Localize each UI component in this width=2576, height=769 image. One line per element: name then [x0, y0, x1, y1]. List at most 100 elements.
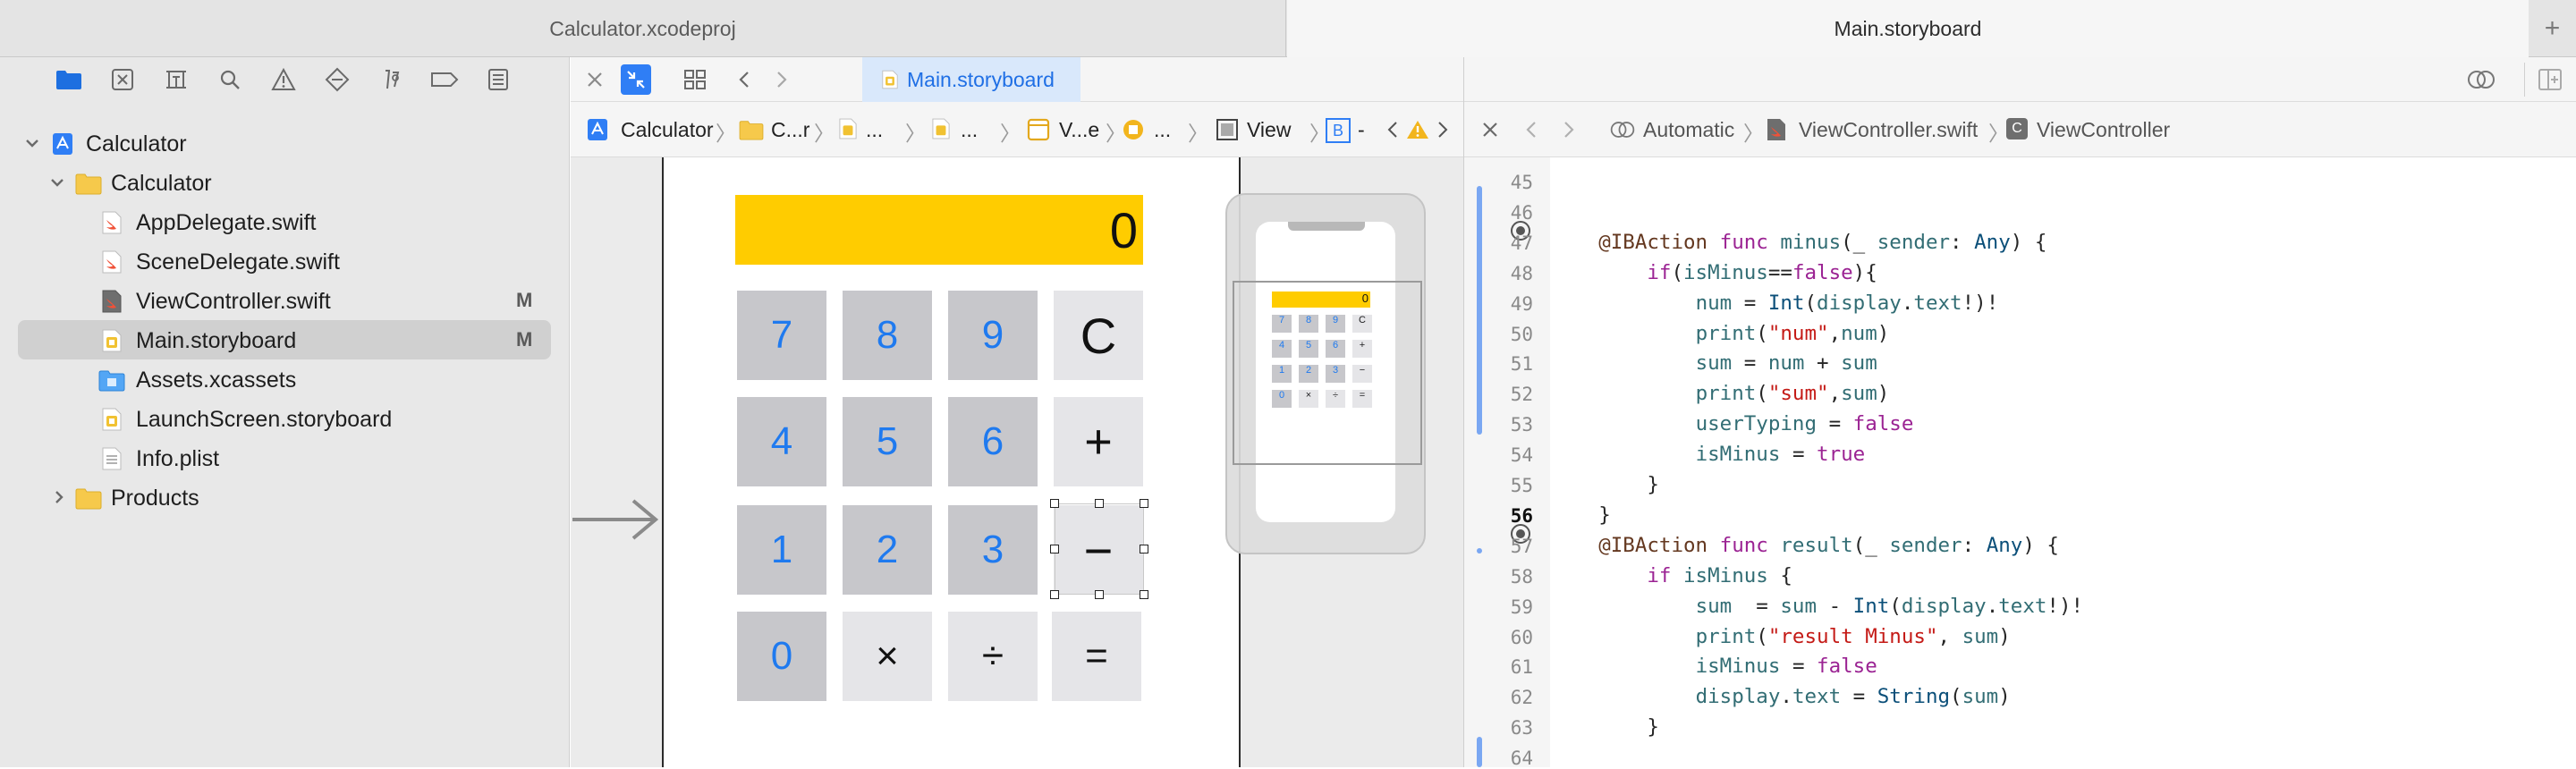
shrink-arrows-icon	[627, 71, 645, 89]
chevron-left-icon[interactable]	[735, 70, 753, 89]
storyboard-icon	[882, 70, 898, 89]
chevron-right-icon[interactable]	[1561, 120, 1577, 139]
jump-item-controller[interactable]: ...	[1154, 118, 1171, 142]
modified-badge: M	[516, 328, 533, 351]
chevron-down-icon[interactable]	[48, 173, 66, 191]
symbol-navigator-icon[interactable]	[161, 65, 191, 94]
resize-handle[interactable]	[1050, 545, 1059, 554]
tree-item-infoplist[interactable]: Info.plist	[0, 438, 570, 477]
line-number: 45	[1510, 172, 1533, 193]
line-number: 48	[1510, 262, 1533, 284]
code-line: display.text = String(sum)	[1695, 685, 2011, 709]
project-icon	[588, 119, 607, 140]
tree-item-label: Assets.xcassets	[136, 368, 297, 393]
resize-handle[interactable]	[1140, 499, 1148, 508]
jump-item-automatic[interactable]: Automatic	[1643, 118, 1734, 142]
tree-item-assets[interactable]: Assets.xcassets	[0, 359, 570, 399]
close-icon[interactable]	[1480, 120, 1500, 139]
jump-item-symbol[interactable]: ViewController	[2037, 118, 2170, 142]
jump-item-calculator[interactable]: Calculator	[621, 118, 714, 142]
tree-item-scenedelegate[interactable]: SceneDelegate.swift	[0, 241, 570, 281]
calc-button-9[interactable]: 9	[948, 291, 1038, 380]
code-text-area[interactable]: @IBAction func minus(_ sender: Any) { if…	[1550, 157, 2576, 767]
code-line: @IBAction func minus(_ sender: Any) {	[1598, 230, 2047, 254]
calc-button-0[interactable]: 0	[737, 612, 826, 701]
tree-item-appdelegate[interactable]: AppDelegate.swift	[0, 202, 570, 241]
calc-button-plus[interactable]: +	[1054, 397, 1143, 486]
tab-label: Calculator.xcodeproj	[549, 16, 736, 40]
tree-item-main-storyboard[interactable]: Main.storyboard M	[18, 320, 551, 359]
calc-button-clear[interactable]: C	[1054, 291, 1143, 380]
chevron-right-icon[interactable]	[1435, 120, 1451, 139]
jump-item-file[interactable]: ViewController.swift	[1799, 118, 1978, 142]
line-number: 58	[1510, 565, 1533, 587]
grid-icon[interactable]	[683, 68, 707, 91]
jump-item-base[interactable]: ...	[961, 118, 978, 142]
asset-catalog-icon	[98, 370, 125, 392]
add-editor-pane-icon[interactable]	[2538, 68, 2563, 91]
line-number: 51	[1510, 353, 1533, 376]
jump-item-button[interactable]: -	[1358, 118, 1365, 142]
jump-item-view[interactable]: View	[1247, 118, 1291, 142]
tree-item-group-calculator[interactable]: Calculator	[0, 163, 570, 202]
jump-item-file[interactable]: ...	[866, 118, 883, 142]
tree-item-project[interactable]: Calculator	[0, 123, 570, 163]
calc-button-multiply[interactable]: ×	[843, 612, 932, 701]
jump-item-group[interactable]: C...r	[771, 118, 809, 142]
resize-handle[interactable]	[1095, 590, 1104, 599]
swift-file-icon	[102, 250, 122, 274]
source-control-icon[interactable]	[107, 65, 138, 94]
calc-button-8[interactable]: 8	[843, 291, 932, 380]
calc-button-divide[interactable]: ÷	[948, 612, 1038, 701]
tree-item-label: AppDelegate.swift	[136, 210, 317, 235]
chevron-right-icon[interactable]	[773, 70, 791, 89]
breakpoint-navigator-icon[interactable]	[429, 65, 460, 94]
code-line: print("sum",sum)	[1695, 382, 1890, 406]
calc-button-2[interactable]: 2	[843, 505, 932, 595]
tab-main-storyboard-editor[interactable]: Main.storyboard	[862, 57, 1080, 102]
chevron-left-icon[interactable]	[1523, 120, 1539, 139]
calc-button-1[interactable]: 1	[737, 505, 826, 595]
chevron-left-icon[interactable]	[1385, 120, 1401, 139]
swift-file-icon	[1767, 119, 1785, 140]
resize-handle[interactable]	[1140, 545, 1148, 554]
calc-button-7[interactable]: 7	[737, 291, 826, 380]
line-number: 55	[1510, 475, 1533, 496]
report-navigator-icon[interactable]	[483, 65, 513, 94]
tab-main-storyboard[interactable]: Main.storyboard	[1287, 0, 2529, 57]
code-line: sum = num + sum	[1695, 351, 1877, 376]
calc-button-5[interactable]: 5	[843, 397, 932, 486]
warning-icon[interactable]	[1406, 119, 1429, 140]
test-navigator-icon[interactable]	[322, 65, 352, 94]
folder-icon[interactable]	[54, 65, 84, 94]
device-minimap[interactable]: 0 7 8 9 C 4 5 6 + 1 2 3 − 0 × ÷ =	[1225, 193, 1426, 554]
folder-icon	[739, 121, 764, 140]
resize-handle[interactable]	[1140, 590, 1148, 599]
view-controller-scene[interactable]: 0 7 8 9 C 4 5 6 + 1 2 3 − 0 × ÷ =	[662, 157, 1241, 767]
debug-navigator-icon[interactable]	[376, 65, 406, 94]
calculator-display[interactable]: 0	[735, 195, 1143, 265]
chevron-down-icon[interactable]	[23, 134, 41, 152]
add-tab-button[interactable]: +	[2529, 0, 2576, 57]
jump-item-scene[interactable]: V...e	[1059, 118, 1099, 142]
tab-calculator-xcodeproj[interactable]: Calculator.xcodeproj	[0, 0, 1286, 57]
warning-icon[interactable]	[268, 65, 299, 94]
calc-button-4[interactable]: 4	[737, 397, 826, 486]
tree-item-viewcontroller[interactable]: ViewController.swift M	[0, 281, 570, 320]
tree-item-products[interactable]: Products	[0, 477, 570, 517]
line-number: 53	[1510, 414, 1533, 436]
calc-button-equals[interactable]: =	[1052, 612, 1141, 701]
tree-item-launchscreen[interactable]: LaunchScreen.storyboard	[0, 399, 570, 438]
calc-button-3[interactable]: 3	[948, 505, 1038, 595]
resize-handle[interactable]	[1050, 590, 1059, 599]
tree-item-label: Info.plist	[136, 446, 220, 471]
related-items-button[interactable]	[621, 64, 651, 95]
resize-handle[interactable]	[1050, 499, 1059, 508]
chevron-right-icon[interactable]	[50, 488, 68, 506]
view-icon	[1216, 119, 1238, 140]
overlap-circles-icon[interactable]	[2466, 68, 2496, 91]
close-icon[interactable]	[585, 70, 605, 89]
calc-button-6[interactable]: 6	[948, 397, 1038, 486]
resize-handle[interactable]	[1095, 499, 1104, 508]
search-icon[interactable]	[215, 65, 245, 94]
